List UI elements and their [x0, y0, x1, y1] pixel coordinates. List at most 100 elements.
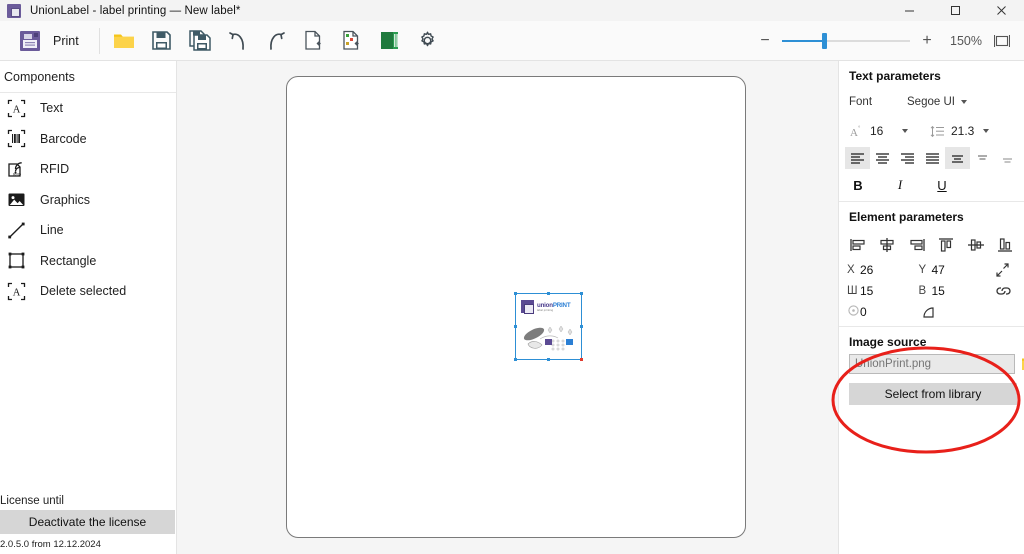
- new-label-button[interactable]: [300, 27, 328, 55]
- corner-radius-button[interactable]: [915, 304, 941, 320]
- font-size-value[interactable]: 16: [870, 124, 896, 138]
- bold-button[interactable]: B: [849, 175, 867, 195]
- zoom-out-button[interactable]: −: [752, 28, 778, 54]
- zoom-slider[interactable]: [782, 28, 910, 54]
- sidebar-item-barcode[interactable]: Barcode: [0, 124, 176, 155]
- canvas-workspace[interactable]: unionPRINT label printing: [177, 61, 838, 554]
- y-label: Y: [918, 264, 927, 276]
- image-source-input[interactable]: [849, 354, 1015, 374]
- align-element-right-button[interactable]: [906, 234, 928, 256]
- align-element-top-button[interactable]: [935, 234, 957, 256]
- rotation-value[interactable]: 0: [860, 305, 867, 319]
- settings-button[interactable]: [414, 27, 442, 55]
- resize-handle-tl[interactable]: [514, 292, 517, 295]
- align-right-button[interactable]: [895, 147, 920, 169]
- save-as-file-button[interactable]: [186, 27, 214, 55]
- resize-handle-bc[interactable]: [547, 358, 550, 361]
- align-object-left-icon: [850, 239, 865, 251]
- align-element-center-h-button[interactable]: [876, 234, 898, 256]
- resize-handle-ml[interactable]: [514, 325, 517, 328]
- floppy-disk-icon: [152, 31, 172, 50]
- line-spacing-chevron-down-icon[interactable]: [983, 129, 989, 133]
- x-value[interactable]: 26: [860, 263, 873, 277]
- close-icon: [996, 6, 1006, 15]
- align-vertical-center-button[interactable]: [945, 147, 970, 169]
- version-text: 2.0.5.0 from 12.12.2024: [0, 539, 101, 550]
- font-value-text: Segoe UI: [907, 96, 955, 108]
- align-vertical-bottom-button[interactable]: [995, 147, 1020, 169]
- printer-icon: [16, 27, 44, 55]
- resize-handle-tr[interactable]: [580, 292, 583, 295]
- zoom-slider-thumb[interactable]: [822, 32, 827, 49]
- text-parameters-title: Text parameters: [849, 69, 941, 83]
- open-file-button[interactable]: [110, 27, 138, 55]
- sidebar-item-delete-selected[interactable]: A Delete selected: [0, 276, 176, 307]
- aspect-lock-button[interactable]: [990, 284, 1016, 298]
- sidebar-item-text[interactable]: A Text: [0, 93, 176, 124]
- sidebar-item-graphics[interactable]: Graphics: [0, 185, 176, 216]
- resize-handle-bl[interactable]: [514, 358, 517, 361]
- underline-button[interactable]: U: [933, 175, 951, 195]
- align-element-center-v-button[interactable]: [965, 234, 987, 256]
- redo-button[interactable]: [262, 27, 290, 55]
- svg-text:A: A: [13, 287, 21, 298]
- width-value[interactable]: 15: [860, 284, 873, 298]
- align-element-left-button[interactable]: [847, 234, 869, 256]
- zoom-in-button[interactable]: +: [914, 28, 940, 54]
- sidebar-item-line[interactable]: Line: [0, 215, 176, 246]
- height-value[interactable]: 15: [932, 284, 945, 298]
- align-center-button[interactable]: [870, 147, 895, 169]
- x-label: X: [847, 264, 855, 276]
- align-vertical-top-button[interactable]: [970, 147, 995, 169]
- resize-diagonal-icon: [996, 263, 1009, 277]
- maximize-button[interactable]: [932, 0, 978, 21]
- resize-handle-br[interactable]: [580, 358, 583, 361]
- image-artwork: [520, 317, 577, 355]
- image-content: unionPRINT label printing: [519, 297, 578, 356]
- element-align-row: [839, 230, 1024, 256]
- align-object-top-icon: [939, 238, 954, 252]
- minimize-button[interactable]: [886, 0, 932, 21]
- union-print-logo-mark: [521, 300, 534, 314]
- font-size-chevron-down-icon[interactable]: [902, 129, 908, 133]
- align-element-bottom-button[interactable]: [994, 234, 1016, 256]
- save-file-button[interactable]: [148, 27, 176, 55]
- align-left-button[interactable]: [845, 147, 870, 169]
- image-logo-subtitle: label printing: [537, 309, 554, 312]
- print-button[interactable]: Print: [12, 23, 89, 59]
- union-print-image-element[interactable]: unionPRINT label printing: [514, 292, 583, 361]
- size-row: Ш 15 В 15: [839, 278, 1024, 298]
- sidebar-item-rfid[interactable]: RFID RFID: [0, 154, 176, 185]
- properties-panel: Text parameters Font Segoe UI A ° 16 21.3: [838, 61, 1024, 554]
- rfid-tag-icon: RFID: [6, 159, 27, 180]
- resize-handle-mr[interactable]: [580, 325, 583, 328]
- font-row: Font Segoe UI: [839, 89, 1024, 115]
- close-button[interactable]: [978, 0, 1024, 21]
- align-justify-button[interactable]: [920, 147, 945, 169]
- sidebar-item-label: Barcode: [40, 131, 87, 146]
- width-label: Ш: [847, 285, 858, 297]
- resize-diagonal-button[interactable]: [990, 262, 1016, 278]
- y-value[interactable]: 47: [932, 263, 945, 277]
- resize-handle-tc[interactable]: [547, 292, 550, 295]
- font-dropdown[interactable]: Segoe UI: [907, 96, 967, 108]
- image-logo-row: unionPRINT: [521, 298, 576, 315]
- deactivate-license-button[interactable]: Deactivate the license: [0, 510, 175, 534]
- label-sheet[interactable]: unionPRINT label printing: [286, 76, 746, 538]
- undo-arrow-icon: [228, 31, 244, 50]
- undo-button[interactable]: [224, 27, 252, 55]
- new-from-template-button[interactable]: [338, 27, 366, 55]
- sidebar-item-label: Graphics: [40, 192, 91, 207]
- image-source-title: Image source: [849, 335, 927, 349]
- align-center-icon: [876, 153, 889, 164]
- toolbar-divider: [98, 27, 100, 54]
- select-from-library-button[interactable]: Select from library: [849, 383, 1017, 405]
- zoom-controls: − + 150%: [752, 28, 1024, 54]
- height-label: В: [918, 285, 927, 297]
- sidebar-item-rectangle[interactable]: Rectangle: [0, 246, 176, 277]
- line-spacing-value[interactable]: 21.3: [951, 124, 977, 138]
- font-label: Font: [849, 96, 873, 108]
- italic-button[interactable]: I: [891, 175, 909, 195]
- library-button[interactable]: [376, 27, 404, 55]
- fit-to-screen-button[interactable]: [990, 29, 1014, 53]
